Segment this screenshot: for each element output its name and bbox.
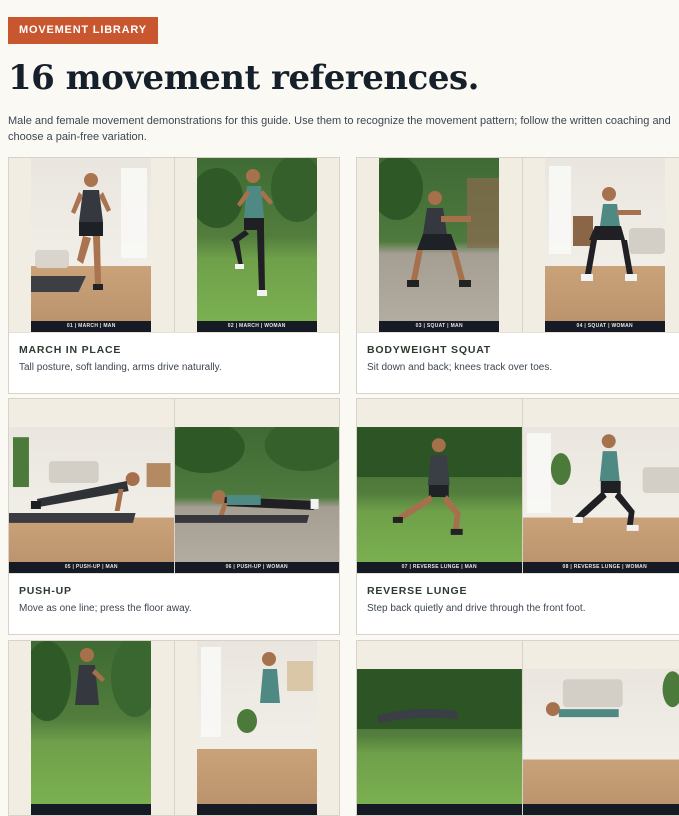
photo-caption: [197, 804, 317, 815]
photo-caption: [31, 804, 151, 815]
card-body: PUSH-UP Move as one line; press the floo…: [9, 573, 339, 634]
photo-caption: 03 | SQUAT | MAN: [379, 321, 499, 332]
person-figure-icon: [9, 427, 174, 573]
card-body: REVERSE LUNGE Step back quietly and driv…: [357, 573, 679, 634]
photo-cell: 04 | SQUAT | WOMAN: [522, 158, 679, 332]
person-figure-icon: [523, 427, 679, 573]
card-body: BODYWEIGHT SQUAT Sit down and back; knee…: [357, 332, 679, 393]
movement-photo: 04 | SQUAT | WOMAN: [545, 158, 665, 332]
movement-card-squat: 03 | SQUAT | MAN 04: [356, 157, 679, 394]
person-figure-icon: [545, 158, 665, 332]
card-title: BODYWEIGHT SQUAT: [367, 343, 677, 357]
card-description: Move as one line; press the floor away.: [19, 602, 329, 616]
card-photos: [9, 641, 339, 815]
section-badge: MOVEMENT LIBRARY: [8, 17, 158, 44]
card-photos: [357, 641, 679, 815]
card-title: REVERSE LUNGE: [367, 584, 677, 598]
photo-caption: 04 | SQUAT | WOMAN: [545, 321, 665, 332]
movement-card: [356, 640, 679, 816]
card-description: Tall posture, soft landing, arms drive n…: [19, 361, 329, 375]
movement-card-march: 01 | MARCH | MAN: [8, 157, 340, 394]
photo-caption: 08 | REVERSE LUNGE | WOMAN: [523, 562, 679, 573]
photo-caption: 01 | MARCH | MAN: [31, 321, 151, 332]
photo-caption: [357, 804, 522, 815]
page-title: 16 movement references.: [8, 56, 479, 100]
photo-caption: 05 | PUSH-UP | MAN: [9, 562, 174, 573]
movement-photo: 02 | MARCH | WOMAN: [197, 158, 317, 332]
movement-photo: [523, 669, 679, 815]
photo-cell: 02 | MARCH | WOMAN: [174, 158, 340, 332]
person-figure-icon: [357, 427, 522, 573]
movement-photo: 01 | MARCH | MAN: [31, 158, 151, 332]
intro-paragraph: Male and female movement demonstrations …: [8, 113, 676, 145]
photo-caption: 06 | PUSH-UP | WOMAN: [175, 562, 340, 573]
movement-card: [8, 640, 340, 816]
photo-cell: 01 | MARCH | MAN: [9, 158, 174, 332]
card-title: PUSH-UP: [19, 584, 329, 598]
card-description: Sit down and back; knees track over toes…: [367, 361, 677, 375]
photo-cell: [174, 641, 340, 815]
movement-photo: 03 | SQUAT | MAN: [379, 158, 499, 332]
person-figure-icon: [31, 641, 151, 815]
card-photos: 03 | SQUAT | MAN 04: [357, 158, 679, 332]
photo-cell: 07 | REVERSE LUNGE | MAN: [357, 399, 522, 573]
card-photos: 05 | PUSH-UP | MAN 06 | PUSH-UP | WOMAN: [9, 399, 339, 573]
card-body: MARCH IN PLACE Tall posture, soft landin…: [9, 332, 339, 393]
person-figure-icon: [175, 427, 340, 573]
movement-photo: 05 | PUSH-UP | MAN: [9, 427, 174, 573]
movement-photo: 07 | REVERSE LUNGE | MAN: [357, 427, 522, 573]
movement-photo: [357, 669, 522, 815]
person-figure-icon: [523, 669, 679, 815]
photo-caption: 02 | MARCH | WOMAN: [197, 321, 317, 332]
photo-cell: 05 | PUSH-UP | MAN: [9, 399, 174, 573]
person-figure-icon: [357, 669, 522, 815]
photo-cell: 06 | PUSH-UP | WOMAN: [174, 399, 340, 573]
person-figure-icon: [31, 158, 151, 332]
movement-card-pushup: 05 | PUSH-UP | MAN 06 | PUSH-UP | WOMAN: [8, 398, 340, 635]
photo-cell: 08 | REVERSE LUNGE | WOMAN: [522, 399, 679, 573]
photo-caption: [523, 804, 679, 815]
card-title: MARCH IN PLACE: [19, 343, 329, 357]
movement-photo: [31, 641, 151, 815]
photo-cell: [9, 641, 174, 815]
card-photos: 01 | MARCH | MAN: [9, 158, 339, 332]
person-figure-icon: [197, 158, 317, 332]
photo-cell: [522, 641, 679, 815]
movement-card-reverse-lunge: 07 | REVERSE LUNGE | MAN 08 | R: [356, 398, 679, 635]
photo-cell: 03 | SQUAT | MAN: [357, 158, 522, 332]
photo-cell: [357, 641, 522, 815]
person-figure-icon: [379, 158, 499, 332]
card-description: Step back quietly and drive through the …: [367, 602, 677, 616]
photo-caption: 07 | REVERSE LUNGE | MAN: [357, 562, 522, 573]
person-figure-icon: [197, 641, 317, 815]
card-photos: 07 | REVERSE LUNGE | MAN 08 | R: [357, 399, 679, 573]
movement-photo: 06 | PUSH-UP | WOMAN: [175, 427, 340, 573]
movement-photo: [197, 641, 317, 815]
movement-photo: 08 | REVERSE LUNGE | WOMAN: [523, 427, 679, 573]
